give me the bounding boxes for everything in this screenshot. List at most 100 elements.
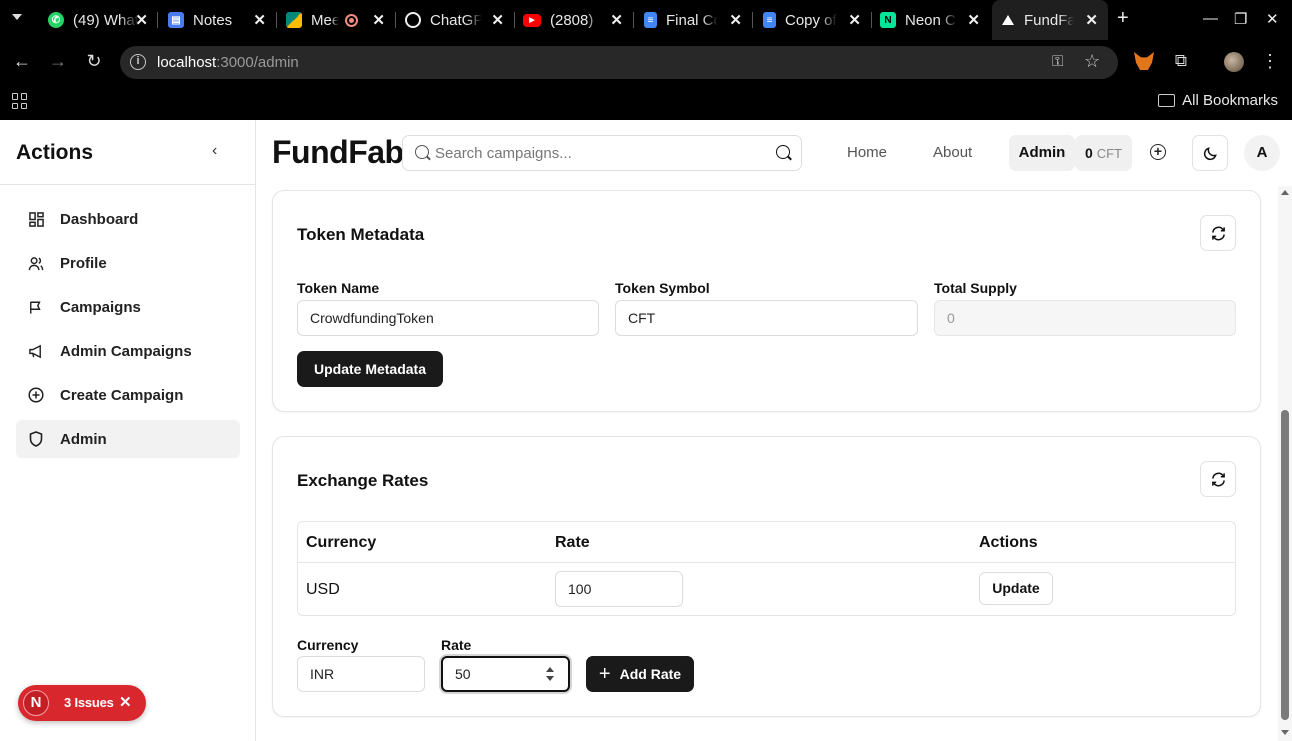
row-update-button[interactable]: Update: [979, 572, 1053, 605]
close-tab-icon[interactable]: ✕: [1085, 11, 1098, 29]
extensions-puzzle-icon[interactable]: ⧉: [1170, 51, 1192, 71]
refresh-icon: [1211, 226, 1225, 240]
token-balance-badge: 0 CFT: [1075, 135, 1132, 171]
column-header-rate: Rate: [555, 534, 590, 551]
profile-avatar-icon[interactable]: [1224, 52, 1244, 72]
close-tab-icon[interactable]: ✕: [848, 11, 861, 29]
scroll-down-arrow-icon[interactable]: [1281, 730, 1289, 735]
close-tab-icon[interactable]: ✕: [729, 11, 742, 29]
folder-icon: [1158, 94, 1176, 107]
nav-link-about[interactable]: About: [933, 144, 972, 161]
moon-icon: [1203, 147, 1217, 161]
browser-tab-youtube[interactable]: ▶ (2808) ✕: [515, 0, 633, 40]
theme-toggle-button[interactable]: [1192, 135, 1228, 171]
back-arrow-icon[interactable]: ←: [11, 51, 33, 72]
sidebar-item-label: Create Campaign: [60, 386, 184, 404]
add-rate-button[interactable]: + Add Rate: [586, 656, 694, 692]
browser-toolbar: ← → ↻ i localhost:3000/admin ⚿ ☆ ⧉ ⋮: [0, 40, 1292, 84]
browser-tab-copy-doc[interactable]: ≡ Copy of ✕: [753, 0, 871, 40]
total-supply-input: 0: [934, 300, 1236, 336]
sidebar-item-profile[interactable]: Profile: [16, 244, 240, 282]
close-tab-icon[interactable]: ✕: [610, 11, 623, 29]
new-currency-label: Currency: [297, 637, 359, 653]
token-metadata-title: Token Metadata: [297, 225, 425, 244]
add-circle-icon[interactable]: +: [1150, 144, 1166, 160]
row-currency: USD: [306, 581, 340, 598]
token-balance-value: 0: [1085, 145, 1093, 161]
scroll-up-arrow-icon[interactable]: [1281, 190, 1289, 195]
scrollbar-thumb[interactable]: [1281, 410, 1289, 720]
total-supply-label: Total Supply: [934, 280, 1017, 296]
sidebar-item-label: Campaigns: [60, 298, 141, 316]
browser-tab-whatsapp[interactable]: ✆ (49) WhatsApp ✕: [40, 0, 158, 40]
sidebar-item-campaigns[interactable]: Campaigns: [16, 288, 240, 326]
close-tab-icon[interactable]: ✕: [491, 11, 504, 29]
site-info-icon[interactable]: i: [130, 54, 146, 70]
browser-tab-fundfab[interactable]: FundFab ✕: [992, 0, 1108, 40]
sidebar-item-label: Admin: [60, 430, 107, 448]
sidebar-item-admin-campaigns[interactable]: Admin Campaigns: [16, 332, 240, 370]
recording-icon: [345, 13, 358, 27]
brand-logo[interactable]: FundFab: [272, 134, 404, 171]
address-bar[interactable]: i localhost:3000/admin ⚿ ☆: [120, 46, 1118, 79]
browser-tab-strip: ✆ (49) WhatsApp ✕ ▤ Notes ✕ Meet ✕ ChatG…: [0, 0, 1292, 40]
apps-grid-icon[interactable]: [12, 93, 28, 109]
row-rate-input[interactable]: 100: [555, 571, 683, 607]
avatar[interactable]: A: [1244, 135, 1280, 171]
close-tab-icon[interactable]: ✕: [967, 11, 980, 29]
openai-icon: [405, 12, 421, 28]
metamask-extension-icon[interactable]: [1134, 52, 1154, 70]
sidebar-item-admin[interactable]: Admin: [16, 420, 240, 458]
search-submit-icon[interactable]: [776, 145, 790, 159]
update-metadata-button[interactable]: Update Metadata: [297, 351, 443, 387]
refresh-metadata-button[interactable]: [1200, 215, 1236, 251]
tab-title: (2808): [550, 11, 594, 29]
refresh-icon: [1211, 472, 1225, 486]
close-tab-icon[interactable]: ✕: [253, 11, 266, 29]
sidebar-item-label: Profile: [60, 254, 107, 272]
app-header: FundFab Home About Admin 0 CFT + A: [256, 120, 1292, 186]
all-bookmarks-button[interactable]: All Bookmarks: [1158, 92, 1278, 109]
password-key-icon[interactable]: ⚿: [1052, 53, 1063, 70]
minimize-button[interactable]: —: [1203, 10, 1218, 27]
chevron-left-icon[interactable]: ‹: [212, 142, 217, 160]
browser-tab-notes[interactable]: ▤ Notes ✕: [158, 0, 276, 40]
sidebar-item-dashboard[interactable]: Dashboard: [16, 200, 240, 238]
issues-count[interactable]: 3 Issues: [64, 695, 114, 710]
nav-link-admin[interactable]: Admin: [1009, 135, 1075, 171]
close-icon[interactable]: ✕: [119, 693, 132, 711]
tab-title: Final Co: [666, 11, 718, 29]
close-tab-icon[interactable]: ✕: [372, 11, 385, 29]
close-window-button[interactable]: ✕: [1266, 10, 1279, 28]
reload-icon[interactable]: ↻: [83, 51, 105, 72]
tab-list-icon[interactable]: [12, 14, 22, 20]
column-header-currency: Currency: [306, 534, 377, 551]
forward-arrow-icon[interactable]: →: [47, 51, 69, 72]
restore-button[interactable]: ❐: [1234, 10, 1247, 28]
table-header: Currency Rate Actions: [298, 522, 1235, 563]
new-tab-button[interactable]: +: [1117, 7, 1129, 30]
sidebar-item-create-campaign[interactable]: Create Campaign: [16, 376, 240, 414]
close-tab-icon[interactable]: ✕: [135, 11, 148, 29]
search-input[interactable]: [435, 142, 765, 164]
new-rate-input[interactable]: 50: [441, 656, 570, 692]
nav-link-home[interactable]: Home: [847, 144, 887, 161]
bookmark-star-icon[interactable]: ☆: [1084, 51, 1100, 72]
refresh-rates-button[interactable]: [1200, 461, 1236, 497]
browser-tab-chatgpt[interactable]: ChatGPT ✕: [396, 0, 514, 40]
browser-tab-meet[interactable]: Meet ✕: [277, 0, 395, 40]
page-scrollbar[interactable]: [1278, 186, 1292, 741]
docs-icon: ≡: [644, 12, 657, 28]
number-spinner-icon[interactable]: [546, 667, 554, 681]
kebab-menu-icon[interactable]: ⋮: [1259, 51, 1281, 72]
dashboard-icon: [28, 211, 44, 227]
token-name-input[interactable]: CrowdfundingToken: [297, 300, 599, 336]
bookmarks-bar: All Bookmarks: [0, 84, 1292, 120]
tab-title: ChatGPT: [430, 11, 482, 29]
browser-tab-neon[interactable]: N Neon C ✕: [872, 0, 990, 40]
token-symbol-input[interactable]: CFT: [615, 300, 918, 336]
dev-issues-badge[interactable]: N 3 Issues ✕: [18, 685, 146, 721]
nextjs-logo-icon: N: [23, 690, 49, 716]
browser-tab-final-doc[interactable]: ≡ Final Co ✕: [634, 0, 752, 40]
new-currency-input[interactable]: INR: [297, 656, 425, 692]
